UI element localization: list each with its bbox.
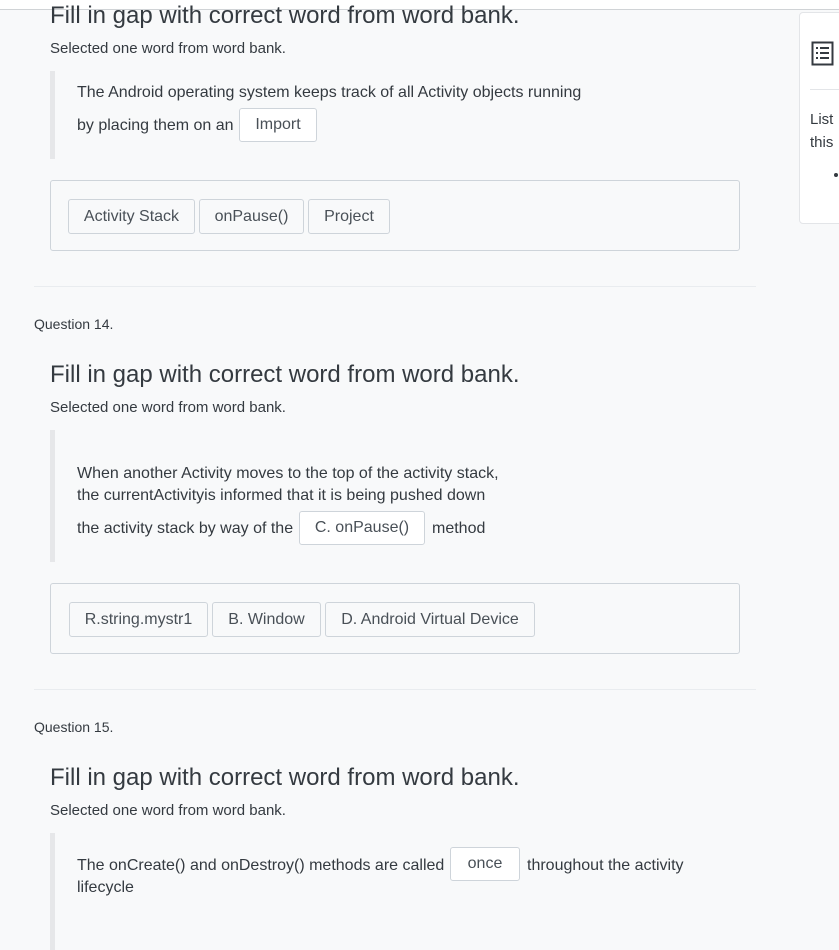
q15-text-line2: lifecycle — [77, 879, 134, 896]
q14-subtitle: Selected one word from word bank. — [50, 399, 286, 416]
q13-title: Fill in gap with correct word from word … — [50, 2, 520, 29]
q15-number: Question 15. — [34, 719, 114, 735]
q14-number: Question 14. — [34, 316, 114, 332]
q15-quote-bar — [50, 833, 55, 950]
q15-subtitle: Selected one word from word bank. — [50, 802, 286, 819]
q13-quote-bar — [50, 71, 55, 159]
q13-bank-chip-2[interactable]: onPause() — [199, 199, 304, 234]
q14-word-bank: R.string.mystr1 B. Window D. Android Vir… — [50, 583, 740, 654]
q14-title: Fill in gap with correct word from word … — [50, 361, 520, 388]
q13-word-bank: Activity Stack onPause() Project — [50, 180, 740, 251]
q15-text-line1: The onCreate() and onDestroy() methods a… — [77, 857, 445, 874]
side-panel-divider — [810, 89, 839, 90]
q14-text-line3-after: method — [432, 520, 486, 537]
q13-bank-chip-3[interactable]: Project — [308, 199, 390, 234]
q15-text-line1-after: throughout the activity — [527, 857, 684, 874]
q13-text-line1: The Android operating system keeps track… — [77, 84, 582, 101]
q14-text-line1: When another Activity moves to the top o… — [77, 465, 499, 482]
q13-gap-drop[interactable]: Import — [239, 108, 317, 142]
side-panel-text-line1: List — [810, 111, 834, 128]
q14-bank-chip-2[interactable]: B. Window — [212, 602, 321, 637]
q15-title: Fill in gap with correct word from word … — [50, 764, 520, 791]
q14-quote-bar — [50, 430, 55, 562]
q14-bank-chip-1[interactable]: R.string.mystr1 — [69, 602, 208, 637]
q14-gap-drop[interactable]: C. onPause() — [299, 511, 425, 545]
side-panel-text-line2: this — [810, 134, 834, 151]
q13-text-line2: by placing them on an — [77, 117, 234, 134]
side-panel-bullet — [834, 173, 838, 177]
q15-gap-drop[interactable]: once — [450, 847, 520, 881]
question-separator — [34, 689, 756, 690]
question-navigation-panel: List this — [799, 12, 839, 224]
q14-bank-chip-3[interactable]: D. Android Virtual Device — [325, 602, 535, 637]
q13-bank-chip-1[interactable]: Activity Stack — [68, 199, 195, 234]
q14-text-line3: the activity stack by way of the — [77, 520, 294, 537]
list-icon[interactable] — [811, 41, 835, 67]
q14-text-line2: the currentActivityis informed that it i… — [77, 487, 486, 504]
q13-subtitle: Selected one word from word bank. — [50, 40, 286, 57]
question-separator — [34, 286, 756, 287]
